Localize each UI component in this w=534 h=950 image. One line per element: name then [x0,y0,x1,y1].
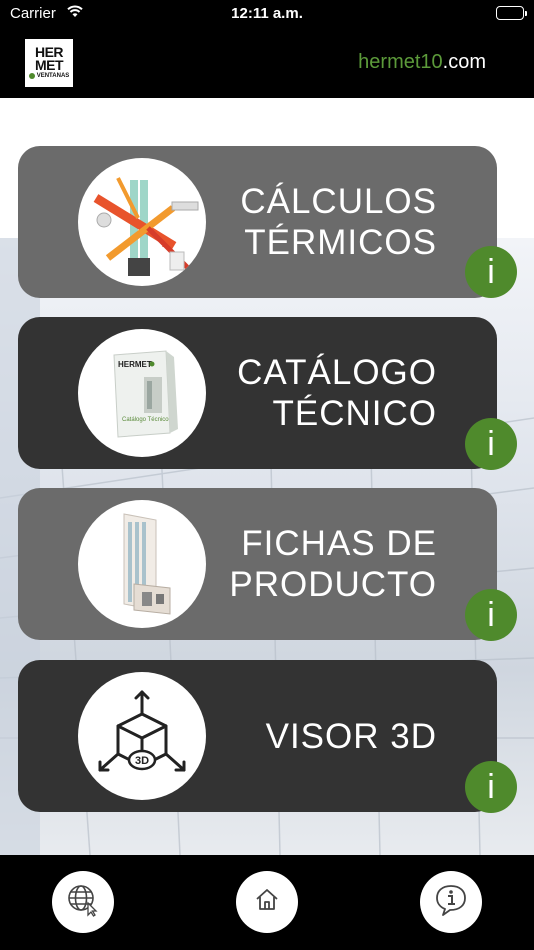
menu-card-label: CÁLCULOS TÉRMICOS [240,182,437,262]
home-icon [254,887,280,918]
catalog-book-icon: HERMET Catálogo Técnico [78,329,206,457]
website-link[interactable]: hermet10.com [358,51,486,74]
info-button-catalog[interactable]: i [465,418,517,470]
clock: 12:11 a.m. [231,5,303,22]
menu-card-product-sheets[interactable]: FICHAS DE PRODUCTO [18,488,497,640]
bottom-tab-bar [0,855,534,950]
menu-card-label: VISOR 3D [265,716,437,756]
menu-card-label: FICHAS DE PRODUCTO [229,524,437,604]
menu-card-technical-catalog[interactable]: HERMET Catálogo Técnico CATÁLOGO TÉCNICO [18,317,497,469]
svg-text:3D: 3D [135,755,149,767]
globe-icon [66,883,100,922]
menu-card-thermal-calculations[interactable]: CÁLCULOS TÉRMICOS [18,146,497,298]
tab-home[interactable] [236,871,298,933]
menu-card-3d-viewer[interactable]: 3D VISOR 3D [18,660,497,812]
tab-web[interactable] [52,871,114,933]
thermal-window-icon [78,158,206,286]
info-icon [434,883,468,922]
cube-3d-icon: 3D [78,672,206,800]
info-button-thermal[interactable]: i [465,246,517,298]
status-bar: Carrier 12:11 a.m. [0,0,534,28]
info-button-3d[interactable]: i [465,761,517,813]
hermet-logo[interactable]: HER MET VENTANAS [25,39,73,87]
menu-card-label: CATÁLOGO TÉCNICO [237,353,437,433]
svg-text:HERMET: HERMET [118,360,152,369]
svg-text:Catálogo Técnico: Catálogo Técnico [122,417,169,423]
site-domain: .com [442,51,486,73]
site-name: hermet10 [358,51,443,73]
app-header: HER MET VENTANAS hermet10.com [0,28,534,98]
info-button-product[interactable]: i [465,589,517,641]
battery-icon [496,6,527,20]
logo-dot-icon [28,73,35,79]
tab-info[interactable] [420,871,482,933]
window-profile-icon [78,500,206,628]
